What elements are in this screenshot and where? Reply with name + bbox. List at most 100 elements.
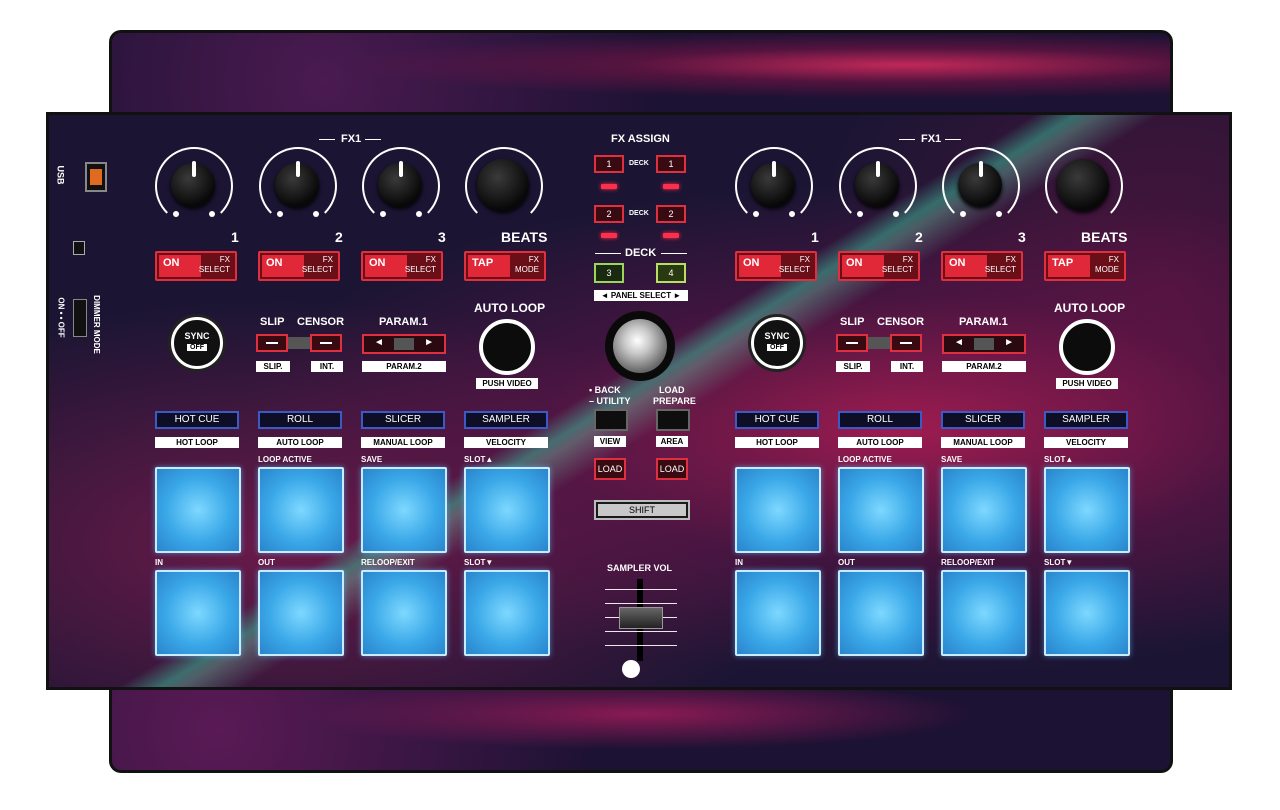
- param-button-right[interactable]: ◄ ►: [942, 334, 1026, 354]
- pad-right-7[interactable]: [941, 570, 1027, 656]
- fx-on-button-right-2[interactable]: ON FX SELECT: [838, 251, 920, 281]
- pad-right-1[interactable]: [735, 467, 821, 553]
- pad-left-2[interactable]: [258, 467, 344, 553]
- pad-label-top-left-2: LOOP ACTIVE: [258, 455, 312, 464]
- knob-num-left-1: 1: [231, 229, 239, 245]
- pad-right-5[interactable]: [735, 570, 821, 656]
- dimmer-switch[interactable]: [73, 299, 87, 337]
- param-button-left[interactable]: ◄ ►: [362, 334, 446, 354]
- hot-cue-button-right[interactable]: HOT CUE: [735, 411, 819, 429]
- pad-right-8[interactable]: [1044, 570, 1130, 656]
- load-prepare-button[interactable]: [656, 409, 690, 431]
- led-right-1: [663, 184, 679, 189]
- auto-loop-knob-left[interactable]: [479, 319, 535, 375]
- browse-knob[interactable]: [605, 311, 675, 381]
- deck-3-button[interactable]: 3: [594, 263, 624, 283]
- fx-assign-left-2[interactable]: 2: [594, 205, 624, 223]
- pad-right-4[interactable]: [1044, 467, 1130, 553]
- fx-on-button-right-1[interactable]: ON FX SELECT: [735, 251, 817, 281]
- push-video-right: PUSH VIDEO: [1056, 378, 1118, 389]
- prepare-label: PREPARE: [653, 396, 696, 406]
- censor-button-left[interactable]: [310, 334, 342, 352]
- param2-label-left: PARAM.2: [362, 361, 446, 372]
- pad-left-1[interactable]: [155, 467, 241, 553]
- auto-loop-mode-label-right: AUTO LOOP: [838, 437, 922, 448]
- param2-label-right: PARAM.2: [942, 361, 1026, 372]
- pad-label-bottom-left-3: RELOOP/EXIT: [361, 558, 415, 567]
- slip-button-left[interactable]: [256, 334, 288, 352]
- load-button-right[interactable]: LOAD: [656, 458, 688, 480]
- pad-left-4[interactable]: [464, 467, 550, 553]
- hot-cue-button-left[interactable]: HOT CUE: [155, 411, 239, 429]
- fx-knob-right-1[interactable]: [735, 147, 813, 225]
- hot-loop-label-left: HOT LOOP: [155, 437, 239, 448]
- pad-right-6[interactable]: [838, 570, 924, 656]
- sync-button-right[interactable]: SYNC OFF: [751, 317, 803, 369]
- led-right-2: [663, 233, 679, 238]
- led-left-2: [601, 233, 617, 238]
- led-left-1: [601, 184, 617, 189]
- tap-button-right[interactable]: TAP FX MODE: [1044, 251, 1126, 281]
- fx-on-button-right-3[interactable]: ON FX SELECT: [941, 251, 1023, 281]
- pad-label-bottom-right-1: IN: [735, 558, 743, 567]
- load-button-left[interactable]: LOAD: [594, 458, 626, 480]
- knob-num-right-3: 3: [1018, 229, 1026, 245]
- roll-button-left[interactable]: ROLL: [258, 411, 342, 429]
- roll-button-right[interactable]: ROLL: [838, 411, 922, 429]
- fx-knob-right-3[interactable]: [942, 147, 1020, 225]
- auto-loop-label-left: AUTO LOOP: [474, 301, 546, 315]
- sampler-button-right[interactable]: SAMPLER: [1044, 411, 1128, 429]
- usb-label: USB: [55, 165, 66, 185]
- slip-sublabel-right: SLIP.: [836, 361, 870, 372]
- pad-left-5[interactable]: [155, 570, 241, 656]
- pad-left-8[interactable]: [464, 570, 550, 656]
- manual-loop-label-right: MANUAL LOOP: [941, 437, 1025, 448]
- top-flap: [109, 30, 1173, 113]
- back-label: • BACK: [589, 385, 621, 395]
- int-sublabel-right: INT.: [891, 361, 923, 372]
- tap-button-left[interactable]: TAP FX MODE: [464, 251, 546, 281]
- usb-port: [85, 162, 107, 192]
- pad-right-2[interactable]: [838, 467, 924, 553]
- deck-word-1: DECK: [629, 160, 649, 167]
- deck-header: DECK: [625, 247, 657, 259]
- shift-button[interactable]: SHIFT: [594, 500, 690, 520]
- logo-icon: [622, 660, 640, 678]
- censor-button-right[interactable]: [890, 334, 922, 352]
- beats-knob-left[interactable]: [465, 147, 543, 225]
- fx-knob-left-1[interactable]: [155, 147, 233, 225]
- utility-label: – UTILITY: [589, 396, 631, 406]
- fx-on-button-left-2[interactable]: ON FX SELECT: [258, 251, 340, 281]
- pad-right-3[interactable]: [941, 467, 1027, 553]
- param1-label-right: PARAM.1: [959, 316, 1008, 328]
- fx-on-button-left-1[interactable]: ON FX SELECT: [155, 251, 237, 281]
- slicer-button-left[interactable]: SLICER: [361, 411, 445, 429]
- bottom-flap: [109, 690, 1173, 773]
- fx-knob-left-3[interactable]: [362, 147, 440, 225]
- knob-num-right-2: 2: [915, 229, 923, 245]
- sampler-vol-fader[interactable]: [619, 607, 663, 629]
- pad-left-7[interactable]: [361, 570, 447, 656]
- sampler-button-left[interactable]: SAMPLER: [464, 411, 548, 429]
- fx-knob-left-2[interactable]: [259, 147, 337, 225]
- controller-panel: USB DIMMER MODE ON • • OFF FX1 1 2 3 BEA…: [46, 112, 1232, 690]
- on-off-label: ON • • OFF: [56, 297, 66, 338]
- back-button[interactable]: [594, 409, 628, 431]
- fx-on-button-left-3[interactable]: ON FX SELECT: [361, 251, 443, 281]
- sync-button-left[interactable]: SYNC OFF: [171, 317, 223, 369]
- slicer-button-right[interactable]: SLICER: [941, 411, 1025, 429]
- shift-label: SHIFT: [598, 504, 686, 516]
- fx-assign-left-1[interactable]: 1: [594, 155, 624, 173]
- pad-label-bottom-right-3: RELOOP/EXIT: [941, 558, 995, 567]
- beats-knob-right[interactable]: [1045, 147, 1123, 225]
- fx-knob-right-2[interactable]: [839, 147, 917, 225]
- deck-4-button[interactable]: 4: [656, 263, 686, 283]
- censor-label-right: CENSOR: [877, 316, 925, 328]
- fx-assign-label: FX ASSIGN: [611, 133, 670, 145]
- fx-assign-right-1[interactable]: 1: [656, 155, 686, 173]
- pad-left-3[interactable]: [361, 467, 447, 553]
- pad-left-6[interactable]: [258, 570, 344, 656]
- fx-assign-right-2[interactable]: 2: [656, 205, 686, 223]
- auto-loop-knob-right[interactable]: [1059, 319, 1115, 375]
- slip-button-right[interactable]: [836, 334, 868, 352]
